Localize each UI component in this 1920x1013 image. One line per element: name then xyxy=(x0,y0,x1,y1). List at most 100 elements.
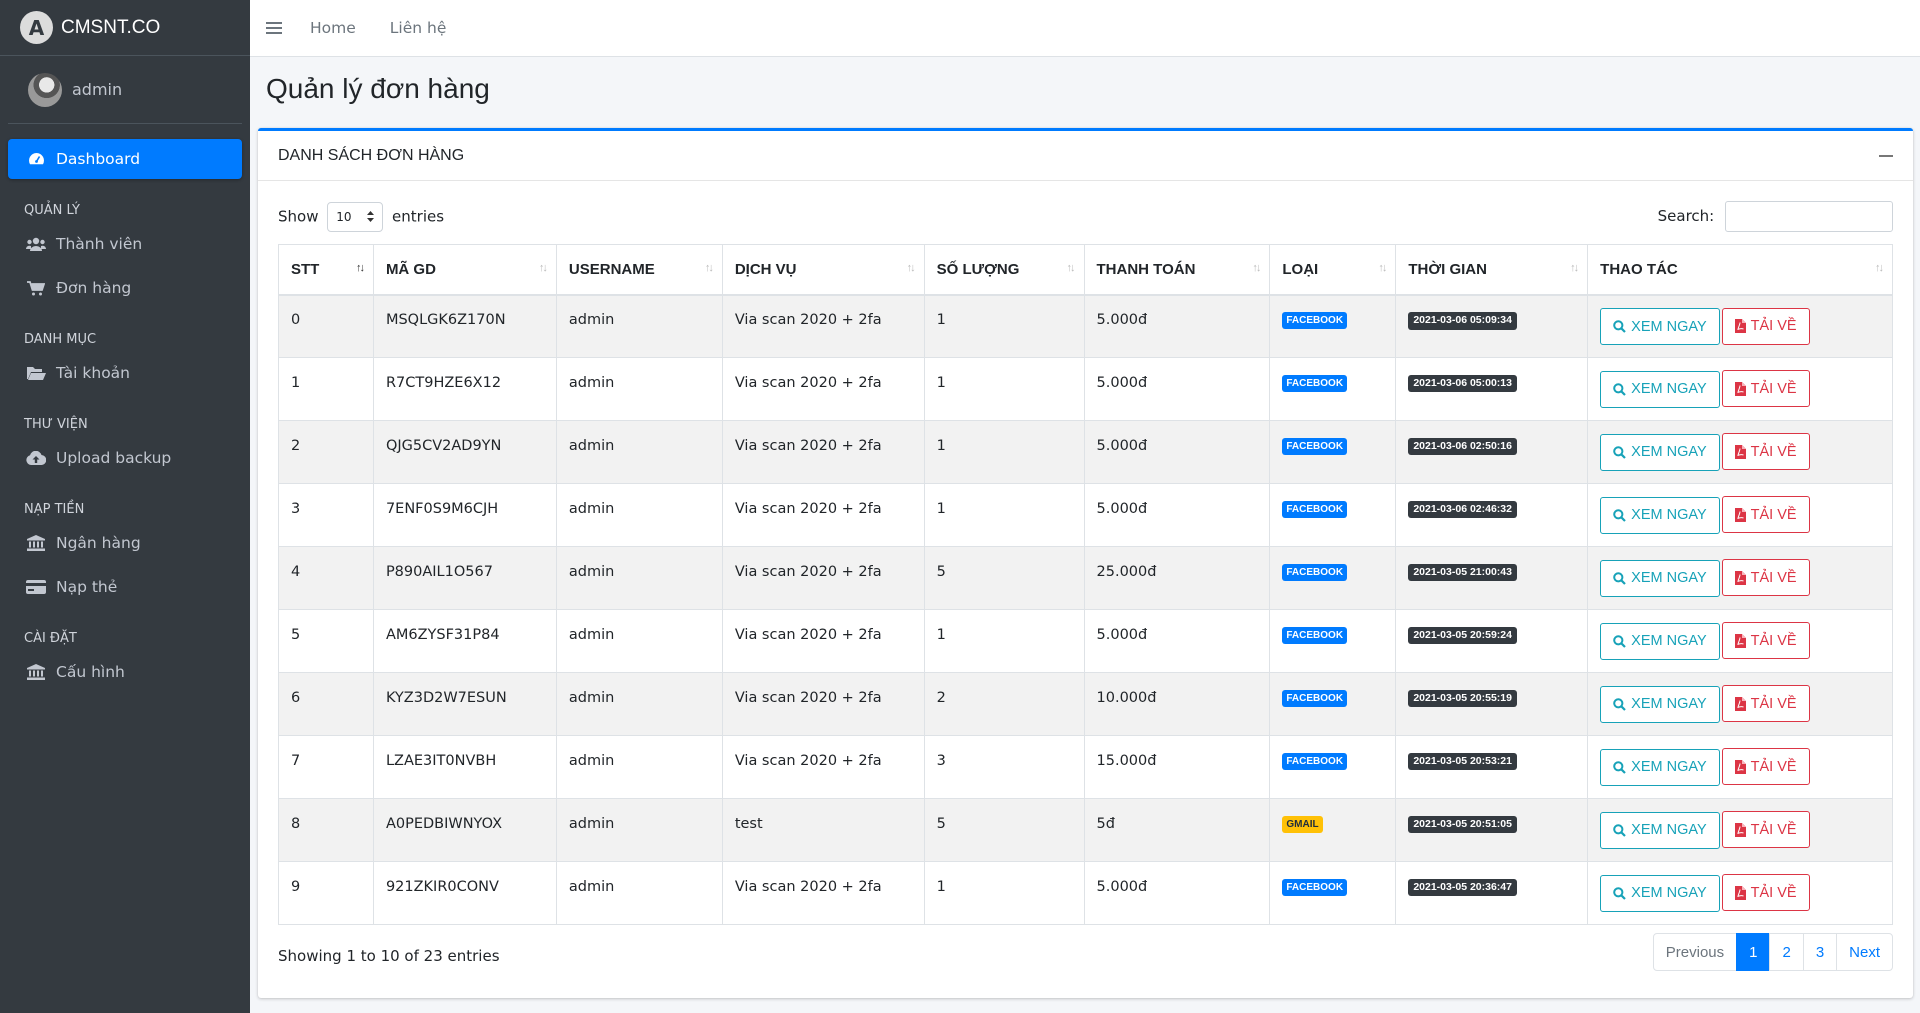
view-now-button[interactable]: XEM NGAY xyxy=(1600,370,1720,408)
cell-text: test xyxy=(734,816,763,832)
table-cell-code: R7CT9HZE6X12 xyxy=(372,357,557,421)
user-panel[interactable]: admin xyxy=(8,56,242,124)
table-cell-actions: XEM NGAY TẢI VỀ xyxy=(1587,483,1893,547)
card-title: DANH SÁCH ĐƠN HÀNG xyxy=(278,146,465,164)
table-cell-stt: 6 xyxy=(278,672,374,736)
table-cell-username: admin xyxy=(555,357,723,421)
search-icon xyxy=(1613,634,1626,648)
column-header[interactable]: THANH TOÁN ↑↓ xyxy=(1083,244,1271,296)
table-cell-code: AM6ZYSF31P84 xyxy=(372,609,557,673)
column-header[interactable]: LOẠI ↑↓ xyxy=(1269,244,1397,296)
table-cell-qty: 2 xyxy=(923,672,1085,736)
pagination: Previous 1 2 3 Next xyxy=(1652,933,1893,971)
file-pdf-icon xyxy=(1734,822,1746,837)
table-cell-service: Via scan 2020 + 2fa xyxy=(721,294,925,358)
sidebar-item-bank[interactable]: Ngân hàng xyxy=(8,523,242,563)
download-button[interactable]: TẢI VỀ xyxy=(1721,370,1810,408)
table-cell-type: FACEBOOK xyxy=(1269,357,1397,421)
search-icon xyxy=(1613,571,1626,585)
time-badge: 2021-03-06 02:50:16 xyxy=(1408,437,1517,456)
collapse-minus-icon[interactable] xyxy=(1879,154,1893,157)
column-header[interactable]: MÃ GD ↑↓ xyxy=(372,244,557,296)
column-header-label: THỜI GIAN xyxy=(1408,260,1487,278)
view-now-button[interactable]: XEM NGAY xyxy=(1600,496,1720,534)
cell-text: LZAE3IT0NVBH xyxy=(385,753,497,769)
table-cell-actions: XEM NGAY TẢI VỀ xyxy=(1587,294,1893,358)
column-header-label: THANH TOÁN xyxy=(1096,260,1196,278)
column-header[interactable]: USERNAME ↑↓ xyxy=(555,244,723,296)
table-cell-payment: 5.000đ xyxy=(1083,357,1271,421)
table-cell-stt: 1 xyxy=(278,357,374,421)
sidebar-item-upload-backup[interactable]: Upload backup xyxy=(8,438,242,478)
type-badge: GMAIL xyxy=(1282,816,1323,833)
cell-text: Via scan 2020 + 2fa xyxy=(734,564,882,580)
view-now-button[interactable]: XEM NGAY xyxy=(1600,748,1720,786)
sidebar-item-dashboard[interactable]: Dashboard xyxy=(8,139,242,179)
sidebar-item-label: Ngân hàng xyxy=(56,534,141,552)
search-input[interactable] xyxy=(1725,201,1893,232)
download-button[interactable]: TẢI VỀ xyxy=(1721,496,1810,534)
entries-label: entries xyxy=(392,207,445,225)
download-button[interactable]: TẢI VỀ xyxy=(1721,307,1810,345)
column-header[interactable]: THỜI GIAN ↑↓ xyxy=(1395,244,1589,296)
download-button[interactable]: TẢI VỀ xyxy=(1721,559,1810,597)
nav-link-home[interactable]: Home xyxy=(310,19,356,37)
sidebar-item-accounts[interactable]: Tài khoản xyxy=(8,353,242,393)
menu-toggle-icon[interactable] xyxy=(266,16,286,40)
sidebar-item-orders[interactable]: Đơn hàng xyxy=(8,268,242,308)
sidebar-item-members[interactable]: Thành viên xyxy=(8,224,242,264)
column-header[interactable]: THAO TÁC ↑↓ xyxy=(1587,244,1893,296)
column-header[interactable]: DỊCH VỤ ↑↓ xyxy=(721,244,925,296)
cell-text: admin xyxy=(568,375,615,391)
button-label: XEM NGAY xyxy=(1631,318,1707,335)
sidebar-item-card-topup[interactable]: Nạp thẻ xyxy=(8,567,242,607)
cell-text: 1 xyxy=(936,879,946,895)
cell-text: 3 xyxy=(291,501,301,517)
table-cell-stt: 7 xyxy=(278,735,374,799)
view-now-button[interactable]: XEM NGAY xyxy=(1600,811,1720,849)
table-cell-type: FACEBOOK xyxy=(1269,294,1397,358)
cell-text: 5.000đ xyxy=(1096,627,1148,643)
download-button[interactable]: TẢI VỀ xyxy=(1721,748,1810,786)
pagination-page-3[interactable]: 3 xyxy=(1802,933,1838,971)
cell-text: 1 xyxy=(936,627,946,643)
view-now-button[interactable]: XEM NGAY xyxy=(1600,622,1720,660)
download-button[interactable]: TẢI VỀ xyxy=(1721,685,1810,723)
cell-text: 2 xyxy=(936,690,946,706)
table-cell-time: 2021-03-05 21:00:43 xyxy=(1395,546,1589,610)
users-icon xyxy=(24,237,48,251)
download-button[interactable]: TẢI VỀ xyxy=(1721,874,1810,912)
pagination-previous[interactable]: Previous xyxy=(1652,933,1738,971)
view-now-button[interactable]: XEM NGAY xyxy=(1600,685,1720,723)
sidebar-item-configuration[interactable]: Cấu hình xyxy=(8,652,242,692)
column-header[interactable]: SỐ LƯỢNG ↑↓ xyxy=(923,244,1085,296)
view-now-button[interactable]: XEM NGAY xyxy=(1600,559,1720,597)
table-cell-code: P890AIL1O567 xyxy=(372,546,557,610)
pagination-page-2[interactable]: 2 xyxy=(1769,933,1804,971)
table-cell-qty: 1 xyxy=(923,420,1085,484)
table-cell-service: test xyxy=(721,798,925,862)
cell-text: MSQLGK6Z170N xyxy=(385,312,506,329)
search-icon xyxy=(1613,823,1626,837)
view-now-button[interactable]: XEM NGAY xyxy=(1600,433,1720,471)
table-cell-code: 7ENF0S9M6CJH xyxy=(372,483,557,547)
brand-link[interactable]: A CMSNT.CO xyxy=(0,0,250,56)
download-button[interactable]: TẢI VỀ xyxy=(1721,622,1810,660)
card-body: Show 10 entries Search: STT ↑↓ MÃ GD ↑↓ … xyxy=(258,181,1913,991)
download-button[interactable]: TẢI VỀ xyxy=(1721,433,1810,471)
type-badge: FACEBOOK xyxy=(1282,375,1348,392)
nav-link-contact[interactable]: Liên hệ xyxy=(390,19,447,37)
cell-text: 5 xyxy=(291,627,301,643)
column-header[interactable]: STT ↑↓ xyxy=(278,244,374,296)
type-badge: FACEBOOK xyxy=(1282,312,1348,330)
view-now-button[interactable]: XEM NGAY xyxy=(1600,308,1720,345)
download-button[interactable]: TẢI VỀ xyxy=(1721,811,1810,849)
table-cell-payment: 5.000đ xyxy=(1083,420,1271,484)
sort-arrows-icon: ↑↓ xyxy=(538,262,548,274)
button-label: TẢI VỀ xyxy=(1750,380,1797,397)
pagination-page-1[interactable]: 1 xyxy=(1736,933,1771,971)
entries-select[interactable]: 10 xyxy=(327,201,384,232)
cell-text: 2 xyxy=(291,438,301,454)
pagination-next[interactable]: Next xyxy=(1836,933,1893,971)
view-now-button[interactable]: XEM NGAY xyxy=(1600,874,1720,912)
